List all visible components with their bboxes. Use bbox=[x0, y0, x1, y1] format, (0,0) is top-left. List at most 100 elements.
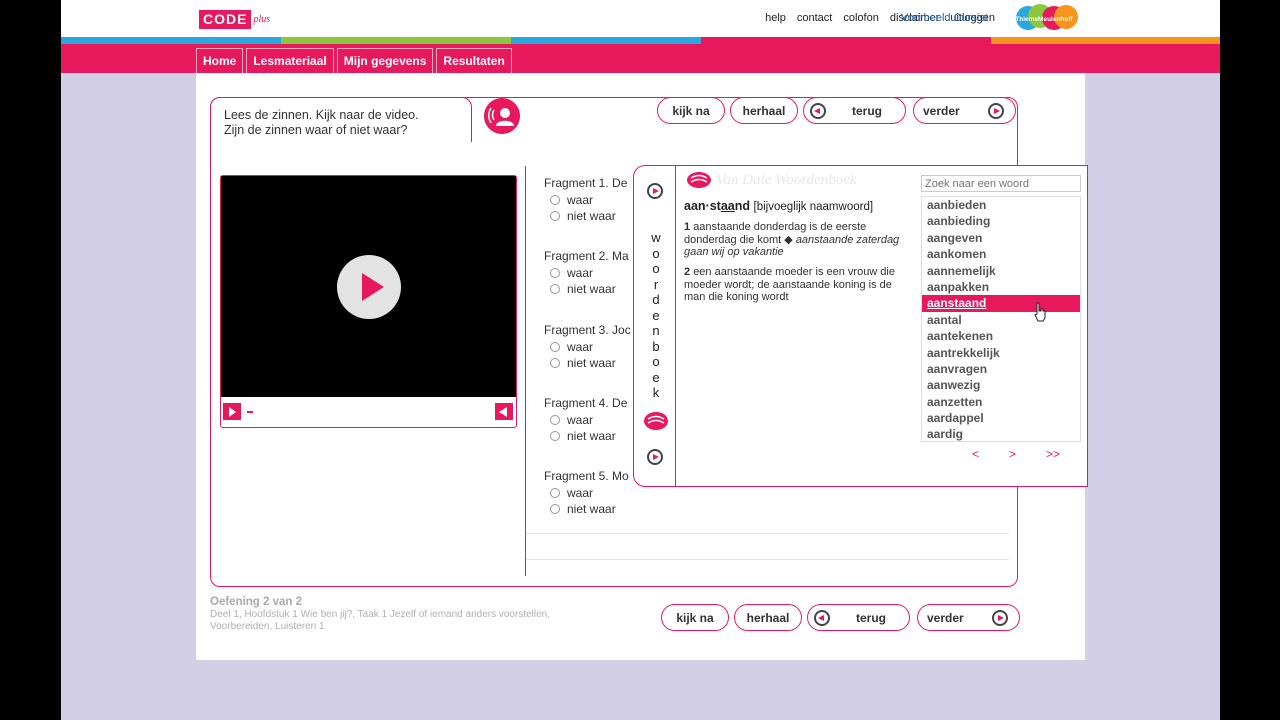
repeat-button-bottom[interactable]: herhaal bbox=[734, 604, 802, 631]
word-list-item[interactable]: aardig bbox=[922, 426, 1080, 441]
divider bbox=[526, 559, 1009, 560]
check-button-bottom[interactable]: kijk na bbox=[661, 604, 729, 631]
word-list-item[interactable]: aannemelijk bbox=[922, 263, 1080, 279]
definition-text: een aanstaande moeder is een vrouw die m… bbox=[684, 266, 895, 303]
word-list-item[interactable]: aanwezig bbox=[922, 377, 1080, 393]
word-list-item[interactable]: aanbieding bbox=[922, 213, 1080, 229]
fragment-option[interactable]: waar bbox=[550, 265, 629, 281]
fragment-title: Fragment 3. Joc bbox=[544, 322, 631, 337]
thiememeulenhoff-logo: ThiemeMeulenhoff bbox=[1015, 4, 1078, 30]
main-nav: Home Lesmateriaal Mijn gegevens Resultaten bbox=[196, 48, 512, 73]
word-list-item[interactable]: aantrekkelijk bbox=[922, 345, 1080, 361]
pager-prev[interactable]: < bbox=[972, 447, 979, 461]
fragment-option[interactable]: niet waar bbox=[550, 501, 629, 517]
publisher-logo-text: ThiemeMeulenhoff bbox=[1015, 16, 1073, 23]
fragment-option[interactable]: waar bbox=[550, 192, 627, 208]
fragment-title: Fragment 4. De bbox=[544, 395, 628, 410]
word-list-item[interactable]: aankomen bbox=[922, 246, 1080, 262]
arrow-right-icon bbox=[987, 102, 1004, 119]
pager-next[interactable]: > bbox=[1009, 447, 1016, 461]
divider bbox=[526, 533, 1009, 534]
option-label: waar bbox=[567, 193, 594, 207]
repeat-button-top[interactable]: herhaal bbox=[730, 97, 798, 124]
exercise-counter: Oefening 2 van 2 bbox=[210, 596, 303, 608]
word-list-item[interactable]: aanvragen bbox=[922, 361, 1080, 377]
fragment-option[interactable]: niet waar bbox=[550, 428, 627, 444]
radio-button[interactable] bbox=[550, 341, 560, 352]
next-label: verder bbox=[927, 610, 964, 625]
radio-button[interactable] bbox=[550, 488, 560, 499]
top-link-colofon[interactable]: colofon bbox=[843, 12, 878, 24]
option-label: waar bbox=[567, 266, 594, 281]
fragment-option[interactable]: niet waar bbox=[550, 208, 627, 224]
radio-button[interactable] bbox=[550, 414, 560, 425]
video-screen[interactable] bbox=[221, 176, 516, 397]
back-button-bottom[interactable]: terug bbox=[807, 604, 910, 631]
headword: aan·staand [bijvoeglijk naamwoord] bbox=[684, 199, 873, 213]
word-search-input[interactable] bbox=[921, 175, 1081, 192]
code-plus-logo[interactable]: CODE plus bbox=[199, 10, 270, 29]
next-button-bottom[interactable]: verder bbox=[917, 604, 1020, 631]
nav-home[interactable]: Home bbox=[196, 48, 244, 73]
video-progress[interactable] bbox=[247, 411, 253, 413]
radio-button[interactable] bbox=[550, 268, 560, 279]
definition-1: 1 aanstaande donderdag is de eerste dond… bbox=[684, 221, 914, 259]
radio-button[interactable] bbox=[550, 211, 560, 221]
fragment-title: Fragment 5. Mo bbox=[544, 469, 629, 484]
fragment-1: Fragment 1. De waar niet waar bbox=[544, 176, 627, 224]
van-dale-logo-icon bbox=[644, 412, 668, 430]
headword-stress: aa bbox=[720, 199, 735, 213]
word-list-item[interactable]: aanpakken bbox=[922, 279, 1080, 295]
volume-icon[interactable] bbox=[495, 403, 513, 420]
dict-arrow-top-icon[interactable] bbox=[647, 183, 663, 199]
fragment-title: Fragment 1. De bbox=[544, 176, 628, 190]
option-label: waar bbox=[567, 486, 594, 501]
fragment-option[interactable]: waar bbox=[550, 485, 629, 501]
nav-mijn-gegevens[interactable]: Mijn gegevens bbox=[336, 48, 434, 73]
radio-button[interactable] bbox=[550, 357, 560, 368]
dictionary-brand-text: Van Dale Woordenboek bbox=[716, 171, 857, 188]
word-list[interactable]: aanbieden aanbieding aangeven aankomen aanne… bbox=[921, 196, 1081, 442]
radio-button[interactable] bbox=[550, 195, 560, 205]
fragment-option[interactable]: niet waar bbox=[550, 355, 631, 371]
fragment-5: Fragment 5. Mo waar niet waar bbox=[544, 469, 629, 517]
word-list-item[interactable]: aantal bbox=[922, 312, 1080, 328]
top-link-contact[interactable]: contact bbox=[797, 12, 832, 24]
dictionary-brand: Van Dale Woordenboek bbox=[686, 171, 857, 189]
nav-lesmateriaal[interactable]: Lesmateriaal bbox=[246, 48, 334, 73]
radio-button[interactable] bbox=[550, 284, 560, 295]
nav-resultaten[interactable]: Resultaten bbox=[436, 48, 512, 73]
dict-arrow-bottom-icon[interactable] bbox=[647, 449, 663, 465]
word-list-item[interactable]: aardappel bbox=[922, 410, 1080, 426]
option-label: niet waar bbox=[567, 428, 616, 443]
word-list-item[interactable]: aantekenen bbox=[922, 328, 1080, 344]
headword-part-2: nd bbox=[734, 199, 751, 213]
definition-number: 1 bbox=[684, 221, 691, 233]
word-list-item[interactable]: aanzetten bbox=[922, 394, 1080, 410]
fragment-option[interactable]: niet waar bbox=[550, 281, 629, 297]
pager-last[interactable]: >> bbox=[1046, 447, 1060, 461]
audio-speaker-icon[interactable] bbox=[484, 98, 520, 134]
dictionary-panel: woordenboek Van Dale Woordenboek aan·sta… bbox=[633, 165, 1088, 487]
play-icon[interactable] bbox=[337, 255, 401, 319]
word-list-item[interactable]: aanstaand bbox=[922, 295, 1080, 312]
next-button-top[interactable]: verder bbox=[913, 97, 1016, 124]
breadcrumb-line-2: Voorbereiden, Luisteren 1 bbox=[210, 621, 325, 632]
next-label: verder bbox=[923, 103, 960, 118]
word-pager: < > >> bbox=[972, 447, 1060, 461]
word-list-item[interactable]: aanbieden bbox=[922, 197, 1080, 213]
play-small-icon[interactable] bbox=[223, 403, 241, 420]
radio-button[interactable] bbox=[550, 504, 560, 515]
instruction-line-1: Lees de zinnen. Kijk naar de video. bbox=[224, 108, 419, 122]
color-stripe bbox=[61, 37, 1220, 44]
fragment-option[interactable]: waar bbox=[550, 339, 631, 355]
check-button-top[interactable]: kijk na bbox=[657, 97, 725, 124]
word-list-item[interactable]: aangeven bbox=[922, 230, 1080, 246]
back-label: terug bbox=[856, 610, 886, 625]
back-button-top[interactable]: terug bbox=[803, 97, 906, 124]
dictionary-tab[interactable]: woordenboek bbox=[634, 166, 676, 486]
fragment-option[interactable]: waar bbox=[550, 412, 627, 428]
top-link-help[interactable]: help bbox=[765, 12, 786, 24]
breadcrumb-line-1: Deel 1, Hoofdstuk 1 Wie ben jij?, Taak 1… bbox=[210, 609, 550, 620]
radio-button[interactable] bbox=[550, 430, 560, 441]
